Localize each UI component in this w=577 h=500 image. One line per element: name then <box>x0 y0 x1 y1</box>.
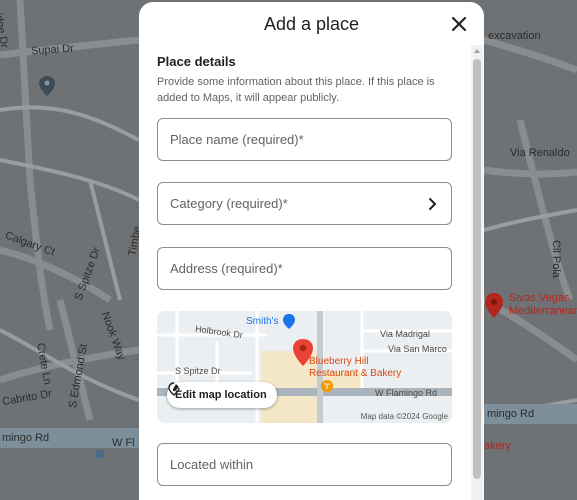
map-label-madrigal: Via Madrigal <box>380 329 430 339</box>
category-placeholder: Category (required)* <box>170 196 288 211</box>
edit-location-icon <box>168 382 180 396</box>
address-input[interactable]: Address (required)* <box>157 247 452 290</box>
edit-map-location-label: Edit map location <box>175 389 267 401</box>
located-within-input[interactable]: Located within <box>157 443 452 486</box>
dialog-scrollbar[interactable] <box>471 45 483 500</box>
close-icon <box>451 16 467 32</box>
bg-label-bakery: akery <box>484 440 511 452</box>
located-within-placeholder: Located within <box>170 457 254 472</box>
map-label-spitze: S Spitze Dr <box>175 366 221 376</box>
bg-label-mingo-right: mingo Rd <box>487 408 535 420</box>
map-attribution: Map data ©2024 Google <box>360 412 448 421</box>
section-description: Provide some information about this plac… <box>157 76 435 104</box>
bg-label-cil: Cil Pola <box>550 240 562 278</box>
map-label-flamingo: W Flamingo Rd <box>375 388 438 398</box>
section-title: Place details <box>157 54 236 69</box>
restaurant-pin-icon <box>321 380 333 392</box>
bg-label-sivas-1: Sivas Vegas <box>509 292 570 304</box>
add-place-dialog: Add a place Place details Provide some i… <box>139 2 484 500</box>
edit-map-location-button[interactable]: Edit map location <box>167 382 277 408</box>
map-label-sanmarco: Via San Marco <box>388 344 447 354</box>
place-name-input[interactable]: Place name (required)* <box>157 118 452 161</box>
map-label-smiths: Smith's <box>246 316 279 327</box>
map-label-blueberry-1: Blueberry Hill <box>309 356 369 367</box>
bg-label-mingo: mingo Rd <box>2 432 50 444</box>
scroll-thumb[interactable] <box>473 59 481 479</box>
address-placeholder: Address (required)* <box>170 261 283 276</box>
scroll-up-arrow-icon[interactable] <box>473 47 481 55</box>
place-details-section: Place details Provide some information a… <box>157 54 451 106</box>
bg-label-wfl: W Fl <box>112 437 135 449</box>
category-select[interactable]: Category (required)* <box>157 182 452 225</box>
dialog-title: Add a place <box>263 14 360 34</box>
close-button[interactable] <box>448 13 470 35</box>
place-name-placeholder: Place name (required)* <box>170 132 304 147</box>
bg-label-renaldo: Via Renaldo <box>510 147 570 159</box>
dialog-header: Add a place <box>139 2 484 48</box>
map-label-blueberry-2: Restaurant & Bakery <box>309 368 402 379</box>
chevron-right-icon <box>429 198 436 210</box>
bg-label-excavation: excavation <box>488 30 541 42</box>
mini-map[interactable]: Smith's Holbrook Dr S Spitze Dr Via Madr… <box>157 311 452 423</box>
bg-label-sivas-2: Mediterranean <box>509 305 577 317</box>
